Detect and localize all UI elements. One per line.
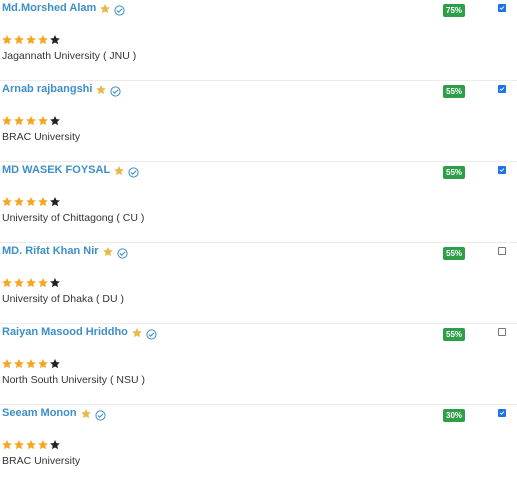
match-percent-badge: 75%: [443, 4, 466, 17]
name-line: Arnab rajbangshi: [2, 83, 122, 97]
university-label: University of Dhaka ( DU ): [2, 293, 124, 305]
verified-icon: [128, 165, 139, 178]
rating-star-filled-icon: [25, 33, 37, 45]
star-icon: [95, 83, 107, 95]
rating-star-filled-icon: [25, 357, 37, 369]
rating-star-filled-icon: [37, 438, 49, 450]
rating-stars: [1, 357, 61, 369]
select-checkbox[interactable]: [498, 85, 506, 93]
name-line: Raiyan Masood Hriddho: [2, 326, 157, 340]
tutor-list: Md.Morshed Alam Jagannath University ( J…: [0, 0, 517, 479]
university-label: Jagannath University ( JNU ): [2, 50, 137, 62]
match-percent-badge: 55%: [443, 328, 466, 341]
rating-star-filled-icon: [37, 33, 49, 45]
rating-star-filled-icon: [37, 195, 49, 207]
rating-star-filled-icon: [13, 438, 25, 450]
name-line: Seeam Monon: [2, 407, 106, 421]
rating-stars: [1, 438, 61, 450]
tutor-row: Raiyan Masood Hriddho North South Univer…: [0, 324, 517, 405]
select-checkbox[interactable]: [498, 409, 506, 417]
university-label: North South University ( NSU ): [2, 374, 145, 386]
match-percent-badge: 30%: [443, 409, 466, 422]
match-percent-badge: 55%: [443, 247, 466, 260]
rating-star-filled-icon: [37, 276, 49, 288]
tutor-name-link[interactable]: MD. Rifat Khan Nir: [2, 245, 99, 257]
select-checkbox[interactable]: [498, 328, 506, 336]
rating-star-filled-icon: [13, 195, 25, 207]
rating-stars: [1, 114, 61, 126]
rating-star-filled-icon: [13, 33, 25, 45]
tutor-row: Arnab rajbangshi BRAC University 55%: [0, 81, 517, 162]
tutor-name-link[interactable]: Raiyan Masood Hriddho: [2, 326, 128, 338]
tutor-row: Seeam Monon BRAC University 30%: [0, 405, 517, 479]
name-line: MD WASEK FOYSAL: [2, 164, 139, 178]
university-label: BRAC University: [2, 455, 81, 467]
star-icon: [80, 407, 92, 419]
university-label: University of Chittagong ( CU ): [2, 212, 145, 224]
verified-icon: [146, 327, 157, 340]
rating-star-filled-icon: [37, 114, 49, 126]
name-line: Md.Morshed Alam: [2, 2, 125, 16]
rating-star-empty-icon: [49, 114, 61, 126]
select-checkbox[interactable]: [498, 247, 506, 255]
rating-star-filled-icon: [1, 276, 13, 288]
rating-star-empty-icon: [49, 276, 61, 288]
tutor-name-link[interactable]: Seeam Monon: [2, 407, 77, 419]
university-label: BRAC University: [2, 131, 81, 143]
rating-star-filled-icon: [1, 114, 13, 126]
verified-icon: [94, 408, 106, 421]
rating-star-filled-icon: [25, 438, 37, 450]
rating-star-empty-icon: [49, 195, 61, 207]
rating-star-filled-icon: [25, 276, 37, 288]
tutor-name-link[interactable]: Arnab rajbangshi: [2, 83, 92, 95]
rating-star-empty-icon: [49, 357, 61, 369]
match-percent-badge: 55%: [443, 85, 466, 98]
star-icon: [131, 326, 143, 338]
rating-star-filled-icon: [25, 114, 37, 126]
verified-icon: [110, 84, 122, 97]
star-icon: [113, 164, 125, 176]
rating-stars: [1, 195, 61, 207]
star-icon: [102, 245, 114, 257]
rating-stars: [1, 276, 61, 288]
rating-star-filled-icon: [13, 276, 25, 288]
star-icon: [99, 2, 111, 14]
rating-star-filled-icon: [1, 438, 13, 450]
select-checkbox[interactable]: [498, 166, 506, 174]
rating-star-empty-icon: [49, 33, 61, 45]
rating-star-filled-icon: [13, 114, 25, 126]
verified-icon: [114, 3, 125, 16]
match-percent-badge: 55%: [443, 166, 466, 179]
tutor-row: Md.Morshed Alam Jagannath University ( J…: [0, 0, 517, 81]
tutor-row: MD WASEK FOYSAL University of Chittagong…: [0, 162, 517, 243]
rating-star-filled-icon: [13, 357, 25, 369]
rating-star-filled-icon: [1, 357, 13, 369]
rating-star-filled-icon: [25, 195, 37, 207]
rating-star-filled-icon: [37, 357, 49, 369]
rating-star-filled-icon: [1, 195, 13, 207]
name-line: MD. Rifat Khan Nir: [2, 245, 128, 259]
tutor-row: MD. Rifat Khan Nir University of Dhaka (…: [0, 243, 517, 324]
rating-star-filled-icon: [1, 33, 13, 45]
rating-star-empty-icon: [49, 438, 61, 450]
select-checkbox[interactable]: [498, 4, 506, 12]
tutor-name-link[interactable]: MD WASEK FOYSAL: [2, 164, 110, 176]
tutor-name-link[interactable]: Md.Morshed Alam: [2, 2, 96, 14]
rating-stars: [1, 33, 61, 45]
verified-icon: [116, 246, 128, 259]
